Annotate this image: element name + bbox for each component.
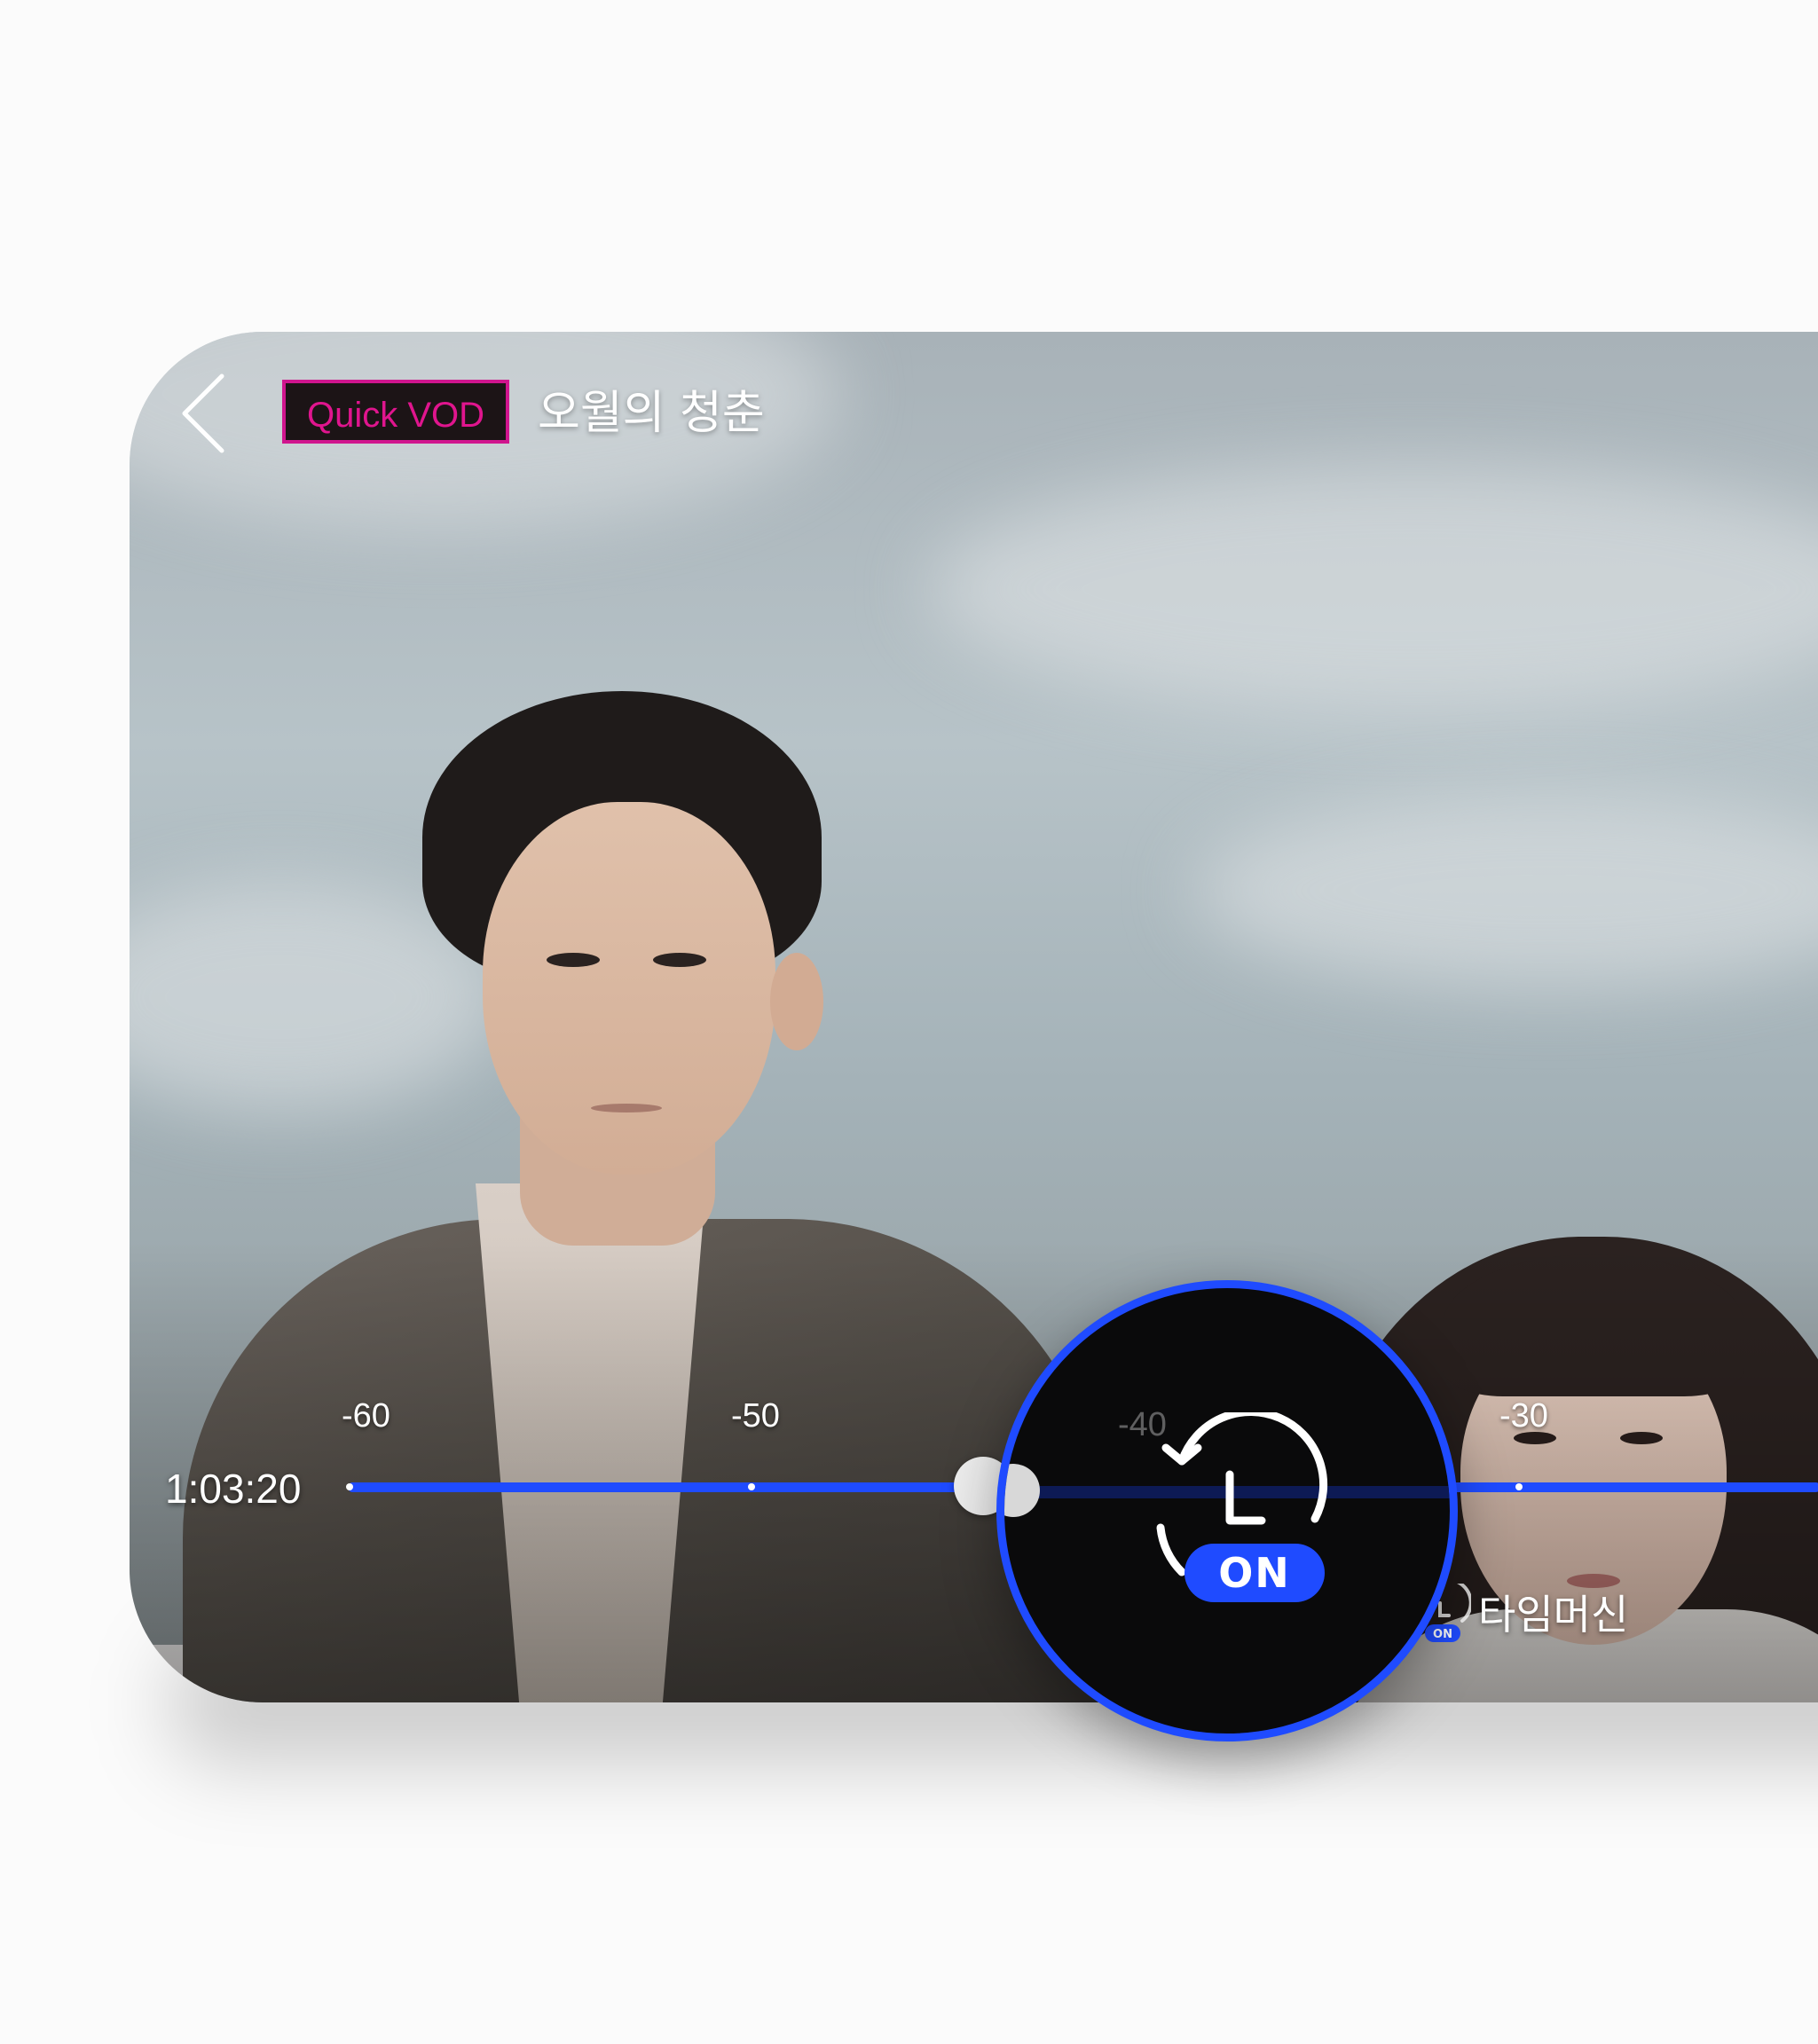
tick-label: -30 xyxy=(1499,1397,1548,1435)
current-time: 1:03:20 xyxy=(165,1466,302,1512)
man-face xyxy=(483,802,775,1175)
tick-label: -50 xyxy=(731,1397,780,1435)
timemachine-small-status: ON xyxy=(1433,1628,1452,1641)
timeline-tick xyxy=(1515,1483,1523,1490)
man-eye xyxy=(653,953,706,967)
magnifier-thumb-edge xyxy=(1004,1464,1040,1517)
timemachine-on-badge: ON xyxy=(1184,1544,1325,1602)
chevron-left-icon xyxy=(182,373,224,453)
timemachine-magnifier[interactable]: -40 ON xyxy=(996,1280,1458,1741)
cloud xyxy=(1194,793,1818,988)
man-eye xyxy=(547,953,600,967)
man-mouth xyxy=(591,1104,662,1112)
program-title: 오월의 청춘 xyxy=(538,387,765,440)
tick-label: -60 xyxy=(342,1397,390,1435)
timeline-tick xyxy=(748,1483,755,1490)
screen: Quick VOD 오월의 청춘 1:03:20 -60 -50 -30 ON … xyxy=(0,0,1818,2044)
timemachine-label: 타임머신 xyxy=(1478,1591,1629,1639)
timeline-tick xyxy=(346,1483,353,1490)
cloud xyxy=(928,465,1818,713)
back-button[interactable] xyxy=(177,373,231,454)
man-ear xyxy=(770,953,823,1050)
quick-vod-badge: Quick VOD xyxy=(282,380,510,444)
